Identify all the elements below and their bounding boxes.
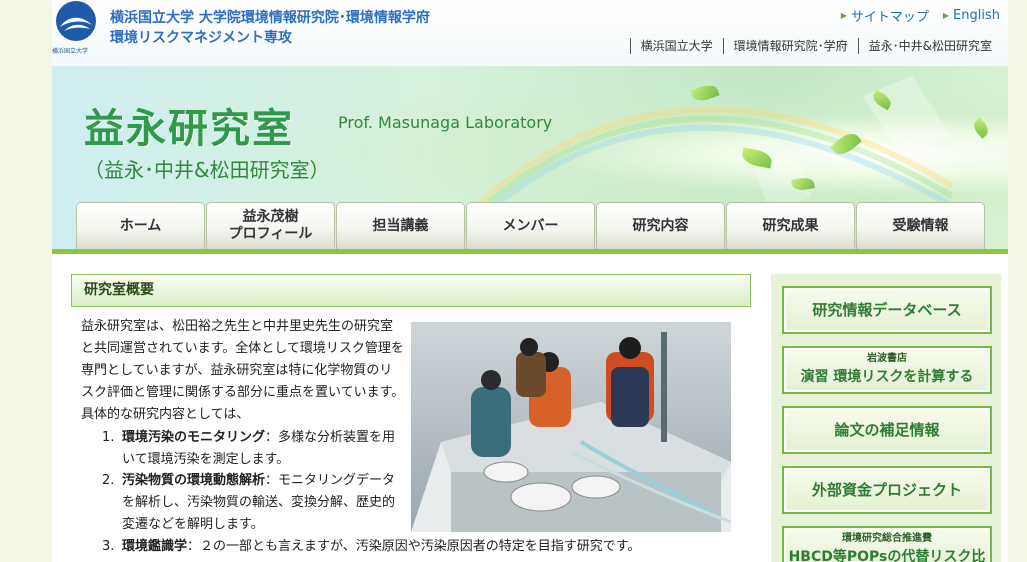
- book-publisher: 岩波書店: [867, 353, 907, 364]
- tab-label: ホーム: [119, 217, 162, 234]
- university-emblem-icon: [56, 1, 96, 41]
- external-funding-label: 外部資金プロジェクト: [811, 481, 962, 499]
- english-link[interactable]: ▶ English: [943, 6, 1000, 25]
- page: 横浜国立大学 横浜国立大学 大学院環境情報研究院･環境情報学府 環境リスクマネジ…: [52, 0, 1008, 562]
- english-link-label: English: [953, 8, 1000, 23]
- tab-profile[interactable]: 益永茂樹 プロフィール: [206, 202, 335, 249]
- university-title-line1: 横浜国立大学 大学院環境情報研究院･環境情報学府: [110, 10, 430, 26]
- research-item-separator: ：: [265, 430, 279, 445]
- research-item-separator: ：: [187, 539, 201, 554]
- research-item-title: 環境鑑識学: [122, 539, 188, 554]
- research-item-title: 汚染物質の環境動態解析: [122, 473, 266, 488]
- global-link-laboratory[interactable]: 益永･中井&松田研究室: [857, 38, 1002, 54]
- project-title: HBCD等POPsの代替リスク比較: [788, 549, 986, 562]
- external-funding-button[interactable]: 外部資金プロジェクト: [782, 466, 992, 514]
- book-button[interactable]: 岩波書店 演習 環境リスクを計算する: [782, 346, 992, 394]
- tab-label: 受験情報: [892, 217, 949, 234]
- research-item-description: ２の一部とも言えますが、汚染原因や汚染原因者の特定を目指す研究です。: [200, 539, 641, 554]
- arrow-right-icon: ▶: [840, 11, 847, 20]
- main-navigation: ホーム 益永茂樹 プロフィール 担当講義 メンバー 研究内容 研究成果 受験情報: [76, 202, 985, 249]
- university-logo[interactable]: 横浜国立大学: [52, 0, 100, 56]
- research-item-separator: ：: [265, 473, 279, 488]
- arrow-right-icon: ▶: [942, 11, 950, 20]
- logo-caption: 横浜国立大学: [52, 48, 89, 55]
- research-item-number: 1.: [102, 430, 115, 445]
- tab-lectures[interactable]: 担当講義: [336, 202, 465, 249]
- research-database-button[interactable]: 研究情報データベース: [782, 286, 992, 334]
- book-title: 演習 環境リスクを計算する: [800, 369, 974, 385]
- sidebar: 研究情報データベース 岩波書店 演習 環境リスクを計算する 論文の補足情報 外部…: [771, 274, 1001, 562]
- tab-label-sub: プロフィール: [228, 226, 313, 242]
- lab-title: 益永研究室: [84, 106, 294, 152]
- tab-label: 研究成果: [762, 217, 819, 234]
- global-links: 横浜国立大学 環境情報研究院･学府 益永･中井&松田研究室: [629, 38, 1002, 54]
- tab-research[interactable]: 研究内容: [596, 202, 725, 249]
- university-title[interactable]: 横浜国立大学 大学院環境情報研究院･環境情報学府 環境リスクマネジメント専攻: [110, 8, 430, 48]
- hbcd-project-button[interactable]: 環境研究総合推進費 HBCD等POPsの代替リスク比較: [782, 526, 992, 562]
- site-header: 横浜国立大学 横浜国立大学 大学院環境情報研究院･環境情報学府 環境リスクマネジ…: [52, 0, 1008, 66]
- utility-links: ▶ サイトマップ ▶ English: [841, 6, 1000, 25]
- global-link-graduate-school[interactable]: 環境情報研究院･学府: [722, 38, 858, 54]
- tab-admissions[interactable]: 受験情報: [856, 202, 985, 249]
- sitemap-link-label: サイトマップ: [850, 10, 929, 25]
- tab-label: 研究内容: [632, 217, 689, 234]
- lab-title-english: Prof. Masunaga Laboratory: [338, 113, 553, 132]
- university-title-line2: 環境リスクマネジメント専攻: [110, 30, 292, 46]
- nav-underline: [52, 249, 1008, 254]
- research-item-title: 環境汚染のモニタリング: [122, 430, 266, 445]
- sitemap-link[interactable]: ▶ サイトマップ: [841, 6, 929, 25]
- research-database-label: 研究情報データベース: [812, 301, 962, 319]
- research-boat-photo: [411, 322, 731, 532]
- intro-paragraph: 益永研究室は、松田裕之先生と中井里史先生の研究室と共同運営されています。全体とし…: [81, 319, 405, 422]
- tab-home[interactable]: ホーム: [76, 202, 205, 249]
- project-sponsor: 環境研究総合推進費: [842, 533, 932, 544]
- lab-subtitle: （益永･中井&松田研究室）: [84, 158, 330, 182]
- tab-label: 担当講義: [372, 217, 429, 234]
- tab-label: 益永茂樹: [242, 209, 299, 225]
- research-item-number: 2.: [102, 473, 115, 488]
- global-link-university[interactable]: 横浜国立大学: [629, 38, 723, 54]
- research-item-number: 3.: [102, 539, 115, 554]
- tab-results[interactable]: 研究成果: [726, 202, 855, 249]
- paper-supplement-button[interactable]: 論文の補足情報: [782, 406, 992, 454]
- tab-members[interactable]: メンバー: [466, 202, 595, 249]
- paper-supplement-label: 論文の補足情報: [834, 421, 940, 439]
- tab-label: メンバー: [502, 217, 559, 234]
- section-heading: 研究室概要: [71, 274, 751, 307]
